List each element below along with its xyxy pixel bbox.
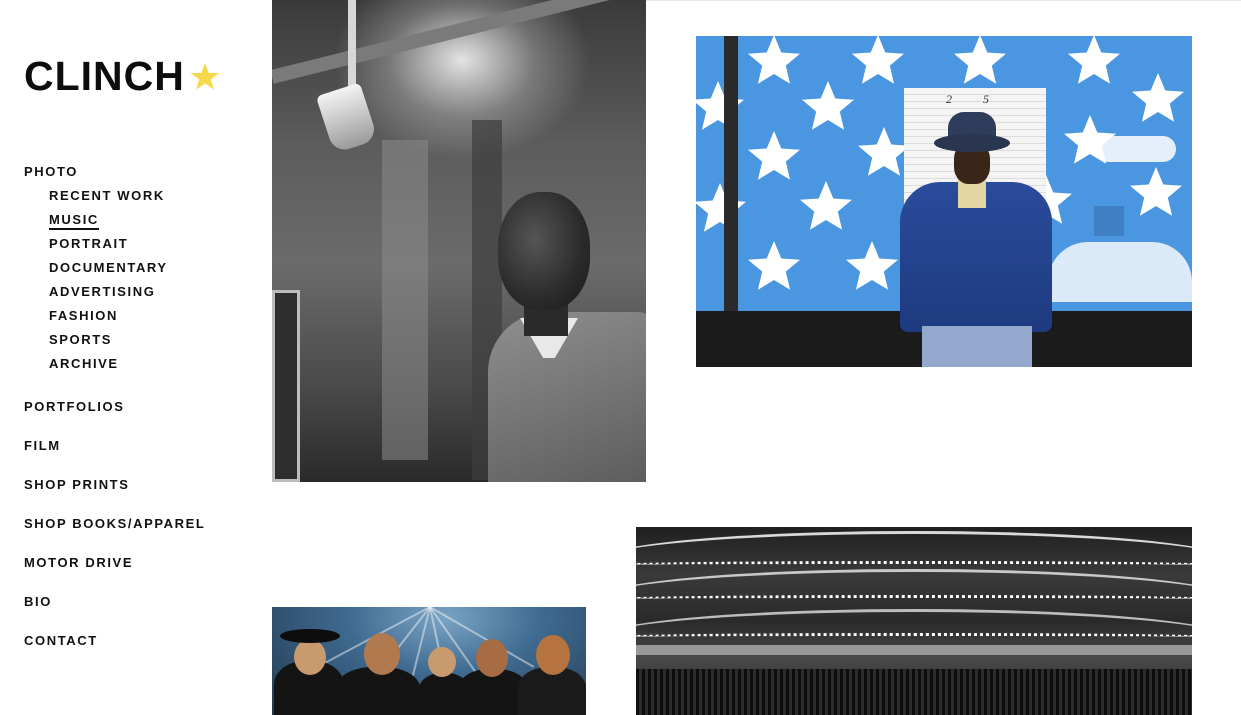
band-member-face — [476, 639, 508, 677]
gallery-photo-star-wall[interactable]: 2 5 — [696, 36, 1192, 367]
nav-shop-books-apparel[interactable]: SHOP BOOKS/APPAREL — [24, 516, 205, 531]
nav-advertising[interactable]: ADVERTISING — [49, 284, 155, 299]
audience — [636, 669, 1192, 715]
door-number: 2 5 — [946, 92, 1003, 106]
band-member-hat — [280, 629, 340, 643]
band-member-face — [428, 647, 456, 677]
door-frame — [272, 290, 300, 482]
band-member-face — [294, 639, 326, 675]
hat-brim — [934, 134, 1010, 152]
nav-shop-prints[interactable]: SHOP PRINTS — [24, 477, 130, 492]
nav-photo[interactable]: PHOTO — [24, 164, 78, 179]
site-logo[interactable]: CLINCH — [24, 56, 221, 97]
gallery-photo-studio-portrait[interactable] — [272, 0, 646, 482]
yellow-shirt — [958, 180, 986, 208]
nav-bio[interactable]: BIO — [24, 594, 52, 609]
mic-stand — [348, 0, 356, 90]
nav-portrait[interactable]: PORTRAIT — [49, 236, 128, 251]
pants — [922, 326, 1032, 367]
balcony-lights — [636, 633, 1192, 641]
nav-fashion[interactable]: FASHION — [49, 308, 118, 323]
mailbox — [1094, 206, 1124, 236]
balcony-lights — [636, 595, 1192, 603]
nav-sports[interactable]: SPORTS — [49, 332, 112, 347]
wall-panel — [382, 140, 428, 460]
nav-documentary[interactable]: DOCUMENTARY — [49, 260, 168, 275]
nav-portfolios[interactable]: PORTFOLIOS — [24, 399, 125, 414]
band-member-face — [536, 635, 570, 675]
band-member-face — [364, 633, 400, 675]
nav-recent-work[interactable]: RECENT WORK — [49, 188, 165, 203]
nav-motor-drive[interactable]: MOTOR DRIVE — [24, 555, 133, 570]
balcony-lights — [636, 561, 1192, 569]
parterre-wall — [636, 645, 1192, 655]
gallery-photo-band[interactable] — [272, 607, 586, 715]
portrait-head — [498, 192, 590, 310]
logo-wordmark: CLINCH — [24, 53, 185, 99]
gallery-photo-concert-hall[interactable] — [636, 527, 1192, 715]
star-icon — [190, 62, 220, 90]
nav-music[interactable]: MUSIC — [49, 212, 99, 230]
nav-contact[interactable]: CONTACT — [24, 633, 98, 648]
nav-archive[interactable]: ARCHIVE — [49, 356, 119, 371]
sweater — [488, 312, 646, 482]
nav-film[interactable]: FILM — [24, 438, 61, 453]
